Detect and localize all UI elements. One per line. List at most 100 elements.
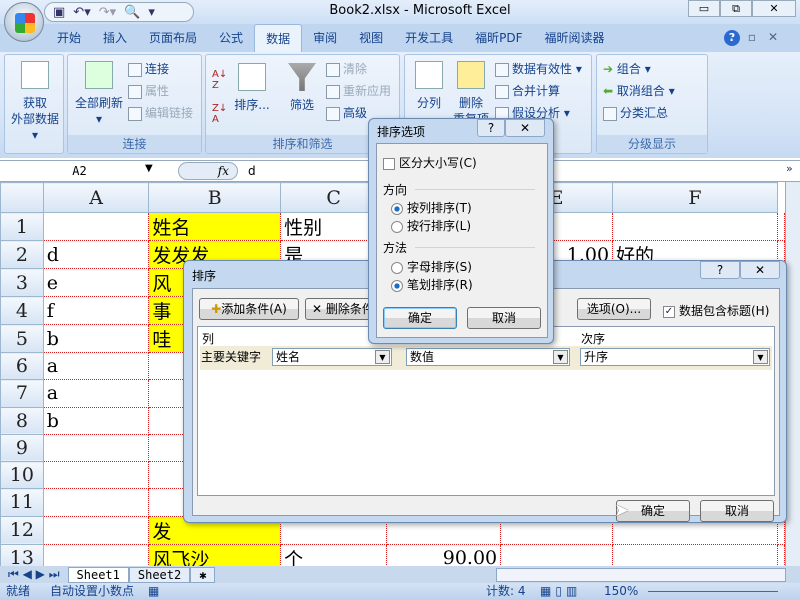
cell-A1[interactable] [43,212,150,241]
row-header[interactable]: 9 [0,433,44,463]
ribbon-window-controls[interactable]: –▫✕ [730,30,790,44]
cell-A9[interactable] [43,434,150,463]
cell-E13[interactable] [500,544,614,566]
row-header[interactable]: 1 [0,212,44,241]
tab-insert[interactable]: 插入 [92,24,138,52]
close-button[interactable]: ✕ [505,119,545,137]
print-preview-icon[interactable]: 🔍 [124,5,140,20]
cell-C13[interactable]: 个 [280,544,388,566]
ok-button[interactable]: 确定 [383,307,457,329]
tab-formulas[interactable]: 公式 [208,24,254,52]
redo-icon[interactable]: ↷▾ [99,5,116,20]
vertical-scrollbar[interactable] [785,182,800,566]
row-header[interactable]: 5 [0,324,44,353]
advanced-button[interactable]: 高级 [326,104,367,121]
edit-links-button[interactable]: 编辑链接 [128,104,193,121]
close-button[interactable]: ✕ [740,261,780,279]
column-header[interactable]: F [612,182,778,213]
add-level-button[interactable]: ✚添加条件(A) [199,298,299,320]
cell-A3[interactable]: e [43,268,150,297]
row-header[interactable]: 3 [0,268,44,297]
office-button[interactable] [4,2,44,42]
view-buttons[interactable]: ▦▯▥ [540,583,581,600]
sort-by-column-radio[interactable]: 按列排序(T) [391,199,472,216]
sort-level-row[interactable]: 主要关键字 姓名 ▼ 数值 ▼ 升序 ▼ [200,346,772,370]
order-select[interactable]: 升序 ▼ [580,348,770,366]
cell-B13[interactable]: 风飞沙 [148,544,282,566]
undo-icon[interactable]: ↶▾ [73,5,90,20]
row-header[interactable]: 13 [0,543,44,566]
save-icon[interactable]: ▣ [53,5,65,20]
restore-button[interactable]: ⧉ [720,0,752,17]
horizontal-scrollbar[interactable] [496,567,786,582]
row-header[interactable]: 4 [0,296,44,325]
formula-input[interactable]: d [248,162,256,180]
column-select[interactable]: 姓名 ▼ [272,348,392,366]
customize-icon[interactable]: ▾ [148,5,155,20]
get-external-data-button[interactable]: 获取 外部数据 ▾ [7,61,63,143]
tab-view[interactable]: 视图 [348,24,394,52]
minimize-button[interactable]: ▭ [688,0,720,17]
subtotal-button[interactable]: 分类汇总 [603,104,668,121]
sort-a-z-button[interactable]: A↓ Z [212,69,227,91]
reapply-button[interactable]: 重新应用 [326,82,391,99]
cell-A6[interactable]: a [43,352,150,381]
connections-button[interactable]: 连接 [128,60,169,77]
cancel-button[interactable]: 取消 [700,500,774,522]
sort-on-select[interactable]: 数值 ▼ [406,348,570,366]
row-header[interactable]: 6 [0,351,44,381]
insert-function-button[interactable]: fx [178,162,238,180]
row-header[interactable]: 10 [0,460,44,490]
filter-button[interactable]: 筛选 [282,63,322,113]
tab-developer[interactable]: 开发工具 [394,24,464,52]
clear-button[interactable]: 清除 [326,60,367,77]
sheet-tab[interactable]: Sheet1 [67,566,129,583]
sort-z-a-button[interactable]: Z↓ A [212,103,227,125]
tab-data[interactable]: 数据 [254,24,303,52]
cancel-button[interactable]: 取消 [467,307,541,329]
has-headers-checkbox[interactable]: ✓ 数据包含标题(H) [663,302,769,319]
cell-F13[interactable] [612,544,778,566]
cell-D13[interactable]: 90.00 [386,544,502,566]
column-header[interactable]: A [42,182,150,213]
text-to-columns-button[interactable]: 分列 [409,61,449,111]
cell-A4[interactable]: f [43,296,150,325]
tab-foxit-pdf[interactable]: 福昕PDF [464,24,533,52]
cell-A13[interactable] [43,544,150,566]
macro-record-icon[interactable]: ▦ [148,583,159,600]
select-all-corner[interactable] [0,182,44,213]
row-header[interactable]: 7 [0,379,44,408]
sheet-nav-arrows-icon[interactable]: ⏮ ◀ ▶ ⏭ [0,567,68,582]
expand-formula-bar-icon[interactable]: » [786,162,793,175]
row-header[interactable]: 12 [0,515,44,545]
properties-button[interactable]: 属性 [128,82,169,99]
cell-A5[interactable]: b [43,324,150,353]
column-header[interactable]: B [148,182,282,213]
name-box[interactable]: A2 [2,162,157,180]
zoom-level[interactable]: 150% [604,583,638,600]
options-button[interactable]: 选项(O)... [577,298,651,320]
tab-home[interactable]: 开始 [46,24,92,52]
row-header[interactable]: 11 [0,488,44,517]
cell-A8[interactable]: b [43,407,150,435]
tab-page-layout[interactable]: 页面布局 [138,24,208,52]
help-button[interactable]: ? [700,261,740,279]
name-box-dropdown-icon[interactable]: ▼ [145,163,153,174]
row-header[interactable]: 8 [0,406,44,435]
cell-B1[interactable]: 姓名 [148,212,282,241]
sheet-tab[interactable]: Sheet2 [128,566,191,583]
cell-A12[interactable] [43,516,150,545]
case-sensitive-checkbox[interactable]: 区分大小写(C) [383,154,477,171]
group-button[interactable]: ➔ 组合 ▾ [603,60,651,77]
sort-button[interactable]: 排序... [230,63,274,113]
help-button[interactable]: ? [477,119,505,137]
zoom-slider[interactable] [648,585,778,598]
close-button[interactable]: ✕ [752,0,796,17]
tab-review[interactable]: 审阅 [302,24,348,52]
cell-A10[interactable] [43,461,150,490]
stroke-sort-radio[interactable]: 笔划排序(R) [391,276,473,293]
data-validation-button[interactable]: 数据有效性 ▾ [495,60,582,77]
ungroup-button[interactable]: ⬅ 取消组合 ▾ [603,82,675,99]
tab-foxit-reader[interactable]: 福昕阅读器 [534,24,616,52]
refresh-all-button[interactable]: 全部刷新 ▾ [70,61,128,127]
